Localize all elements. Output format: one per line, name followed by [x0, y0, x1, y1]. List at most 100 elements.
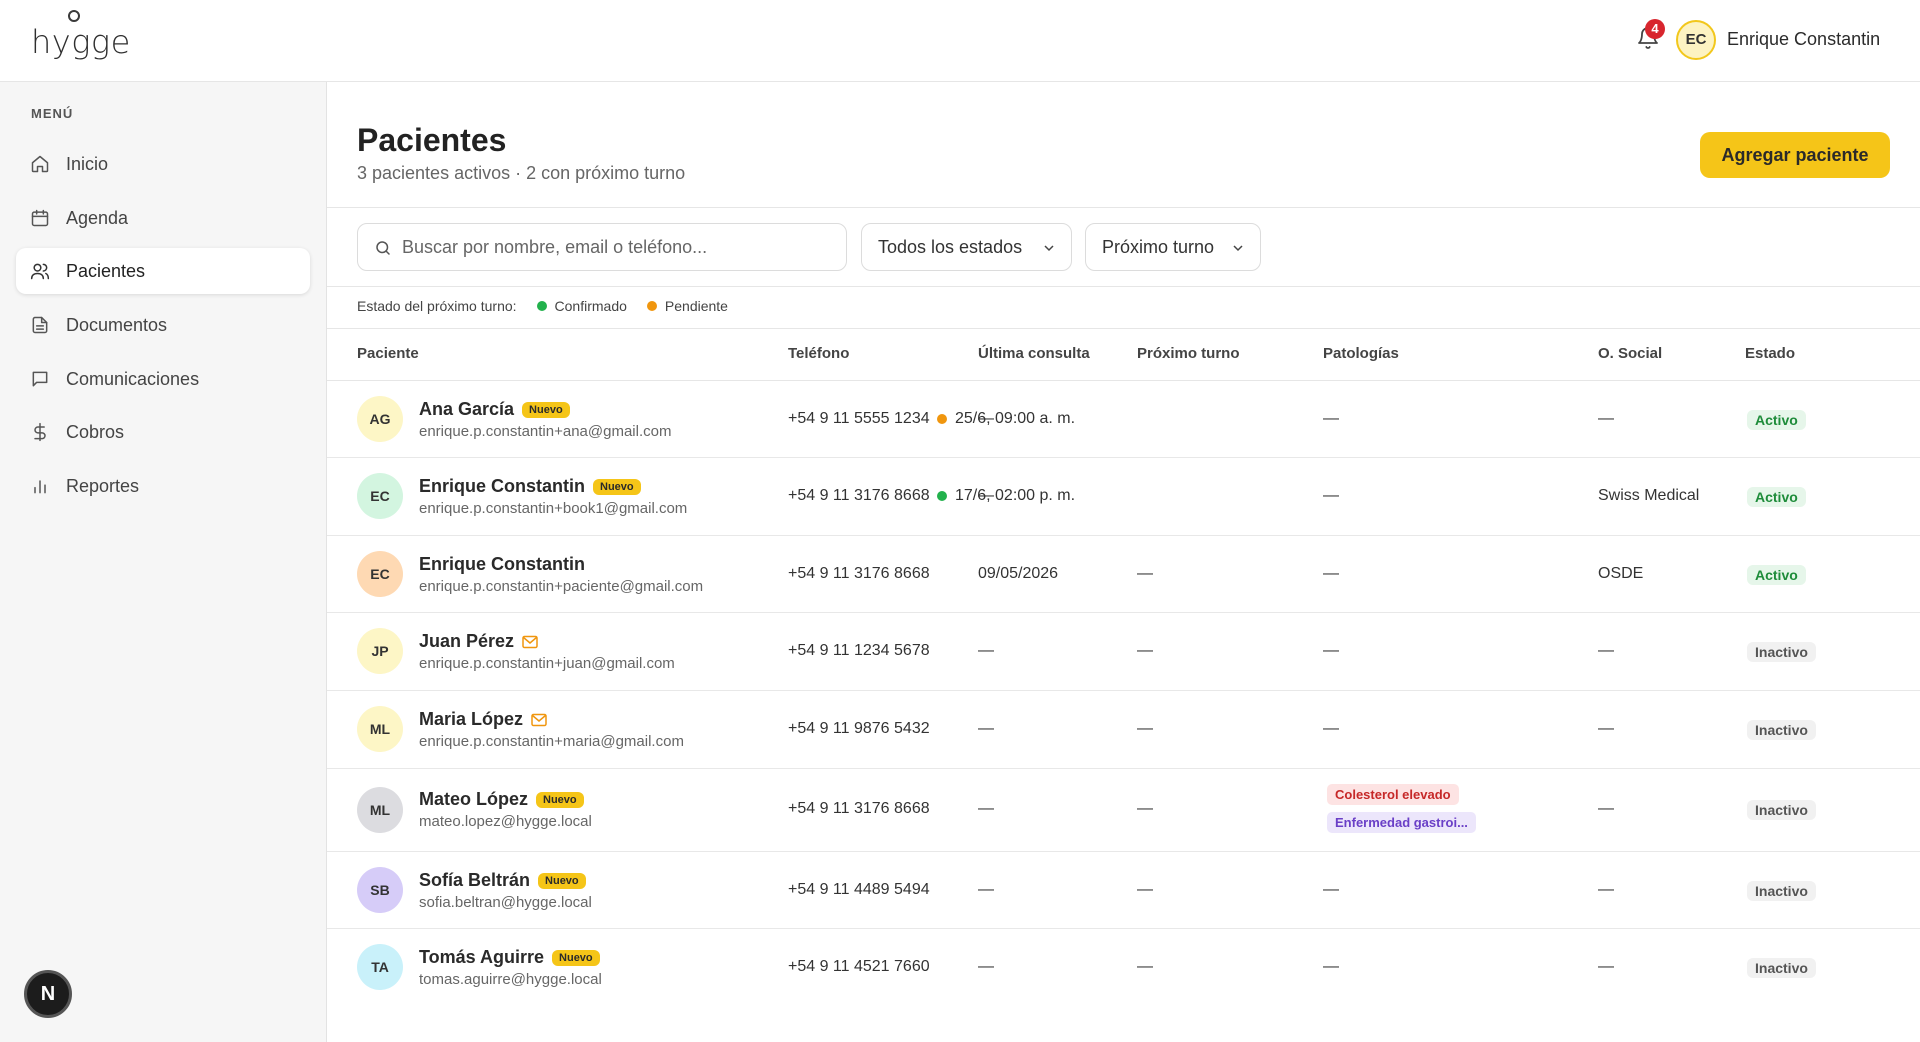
search-input[interactable] — [402, 224, 832, 270]
status-badge: Inactivo — [1747, 720, 1816, 740]
insurance: — — [1598, 642, 1614, 659]
avatar: AG — [357, 396, 403, 442]
status-filter-select[interactable]: Todos los estados — [861, 223, 1072, 271]
pending-dot-icon — [937, 414, 947, 424]
table-row[interactable]: EC Enrique Constantin Nuevo enrique.p.con… — [327, 458, 1920, 536]
insurance: — — [1598, 410, 1614, 427]
status-badge: Inactivo — [1747, 881, 1816, 901]
next-appointment-text: 17/6, 02:00 p. m. — [955, 487, 1076, 504]
avatar: EC — [357, 551, 403, 597]
divider — [327, 207, 1920, 208]
patient-phone: +54 9 11 4521 7660 — [788, 958, 930, 975]
add-patient-button[interactable]: Agregar paciente — [1700, 132, 1890, 178]
table-row[interactable]: AG Ana García Nuevo enrique.p.constantin+… — [327, 381, 1920, 458]
status-badge: Activo — [1747, 565, 1806, 585]
sort-select[interactable]: Próximo turno — [1085, 223, 1261, 271]
avatar: ML — [357, 706, 403, 752]
confirmed-dot-icon — [536, 301, 547, 311]
sidebar-item-documentos[interactable]: Documentos — [16, 302, 310, 348]
patient-name[interactable]: Mateo López Nuevo — [419, 789, 584, 810]
sidebar-item-label: Comunicaciones — [66, 368, 200, 389]
next-dev-badge[interactable]: N — [24, 970, 72, 1018]
patient-phone: +54 9 11 3176 8668 — [788, 565, 930, 582]
patient-phone: +54 9 11 4489 5494 — [788, 881, 930, 898]
column-header-phone[interactable]: Teléfono — [788, 345, 849, 362]
next-appointment: — — [1137, 800, 1153, 817]
insurance: — — [1598, 958, 1614, 975]
patient-name-text: Enrique Constantin — [419, 554, 585, 574]
bar-chart-icon — [34, 480, 46, 494]
patient-email: enrique.p.constantin+book1@gmail.com — [419, 500, 688, 517]
insurance: OSDE — [1598, 565, 1644, 582]
column-header-status[interactable]: Estado — [1745, 345, 1795, 362]
user-name[interactable]: Enrique Constantin — [1727, 29, 1880, 50]
column-header-last-visit[interactable]: Última consulta — [978, 345, 1090, 362]
column-header-insurance[interactable]: O. Social — [1598, 345, 1662, 362]
sidebar-item-agenda[interactable]: Agenda — [16, 195, 310, 241]
status-badge: Activo — [1747, 487, 1806, 507]
patient-name[interactable]: Juan Pérez — [419, 631, 538, 652]
patient-name[interactable]: Enrique Constantin Nuevo — [419, 476, 641, 497]
patient-name[interactable]: Ana García Nuevo — [419, 399, 570, 420]
table-row[interactable]: ML Mateo López Nuevo mateo.lopez@hygge.lo… — [327, 769, 1920, 852]
search-box[interactable] — [357, 223, 847, 271]
patient-phone: +54 9 11 3176 8668 — [788, 487, 930, 504]
table-row[interactable]: JP Juan Pérez enrique.p.constantin+juan@… — [327, 613, 1920, 691]
new-badge: Nuevo — [593, 478, 641, 495]
table-row[interactable]: TA Tomás Aguirre Nuevo tomas.aguirre@hygg… — [327, 929, 1920, 1006]
status-badge: Inactivo — [1747, 800, 1816, 820]
sidebar-item-pacientes[interactable]: Pacientes — [16, 248, 310, 294]
patient-email: mateo.lopez@hygge.local — [419, 813, 592, 830]
patient-name-text: Juan Pérez — [419, 631, 515, 651]
sidebar-item-label: Agenda — [66, 207, 129, 228]
hygge-logo[interactable]: hygge — [31, 10, 131, 70]
new-badge: Nuevo — [538, 872, 586, 889]
table-row[interactable]: ML Maria López enrique.p.constantin+mari… — [327, 691, 1920, 769]
insurance: — — [1598, 720, 1614, 737]
pathologies: — — [1323, 881, 1339, 898]
sidebar-item-label: Reportes — [66, 475, 140, 496]
legend-pending: Pendiente — [664, 298, 728, 314]
next-appointment: — — [1137, 720, 1153, 737]
next-appointment: — — [1137, 881, 1153, 898]
column-header-next-appt[interactable]: Próximo turno — [1137, 345, 1240, 362]
patient-name[interactable]: Sofía Beltrán Nuevo — [419, 870, 586, 891]
sidebar-item-comunicaciones[interactable]: Comunicaciones — [16, 356, 310, 402]
patient-name[interactable]: Maria López — [419, 709, 547, 730]
patient-phone: +54 9 11 3176 8668 — [788, 800, 930, 817]
logo-ring-icon — [68, 10, 80, 22]
patient-name[interactable]: Enrique Constantin — [419, 554, 585, 575]
dollar-icon — [34, 422, 46, 442]
patient-email: enrique.p.constantin+maria@gmail.com — [419, 733, 684, 750]
patient-name-text: Tomás Aguirre — [419, 947, 545, 967]
sidebar-item-cobros[interactable]: Cobros — [16, 409, 310, 455]
table-row[interactable]: SB Sofía Beltrán Nuevo sofia.beltran@hygg… — [327, 852, 1920, 929]
menu-title: MENÚ — [31, 106, 74, 121]
column-header-pathologies[interactable]: Patologías — [1323, 345, 1399, 362]
next-appointment: — — [1137, 565, 1153, 582]
user-avatar[interactable]: EC — [1676, 20, 1716, 60]
chevron-down-icon — [1233, 245, 1243, 252]
new-badge: Nuevo — [536, 791, 584, 808]
sidebar-item-label: Cobros — [66, 421, 125, 442]
last-visit: — — [978, 642, 994, 659]
next-appointment: — — [1137, 958, 1153, 975]
patient-email: tomas.aguirre@hygge.local — [419, 971, 602, 988]
sidebar: MENÚ Inicio Agenda Pacientes Documentos … — [0, 82, 327, 1042]
users-icon — [30, 263, 50, 280]
sidebar-item-label: Pacientes — [66, 260, 146, 281]
pending-dot-icon — [646, 301, 657, 311]
pathologies: — — [1323, 720, 1339, 737]
divider — [327, 286, 1920, 287]
table-row[interactable]: EC Enrique Constantin enrique.p.constant… — [327, 536, 1920, 613]
search-icon — [376, 241, 390, 255]
patient-name[interactable]: Tomás Aguirre Nuevo — [419, 947, 600, 968]
patient-name-text: Mateo López — [419, 789, 529, 809]
column-header-patient[interactable]: Paciente — [357, 345, 419, 362]
pathology-tag: Colesterol elevado — [1327, 784, 1459, 805]
last-visit: — — [978, 800, 994, 817]
avatar: ML — [357, 787, 403, 833]
sidebar-item-inicio[interactable]: Inicio — [16, 141, 310, 187]
sidebar-item-reportes[interactable]: Reportes — [16, 463, 310, 509]
avatar: JP — [357, 628, 403, 674]
